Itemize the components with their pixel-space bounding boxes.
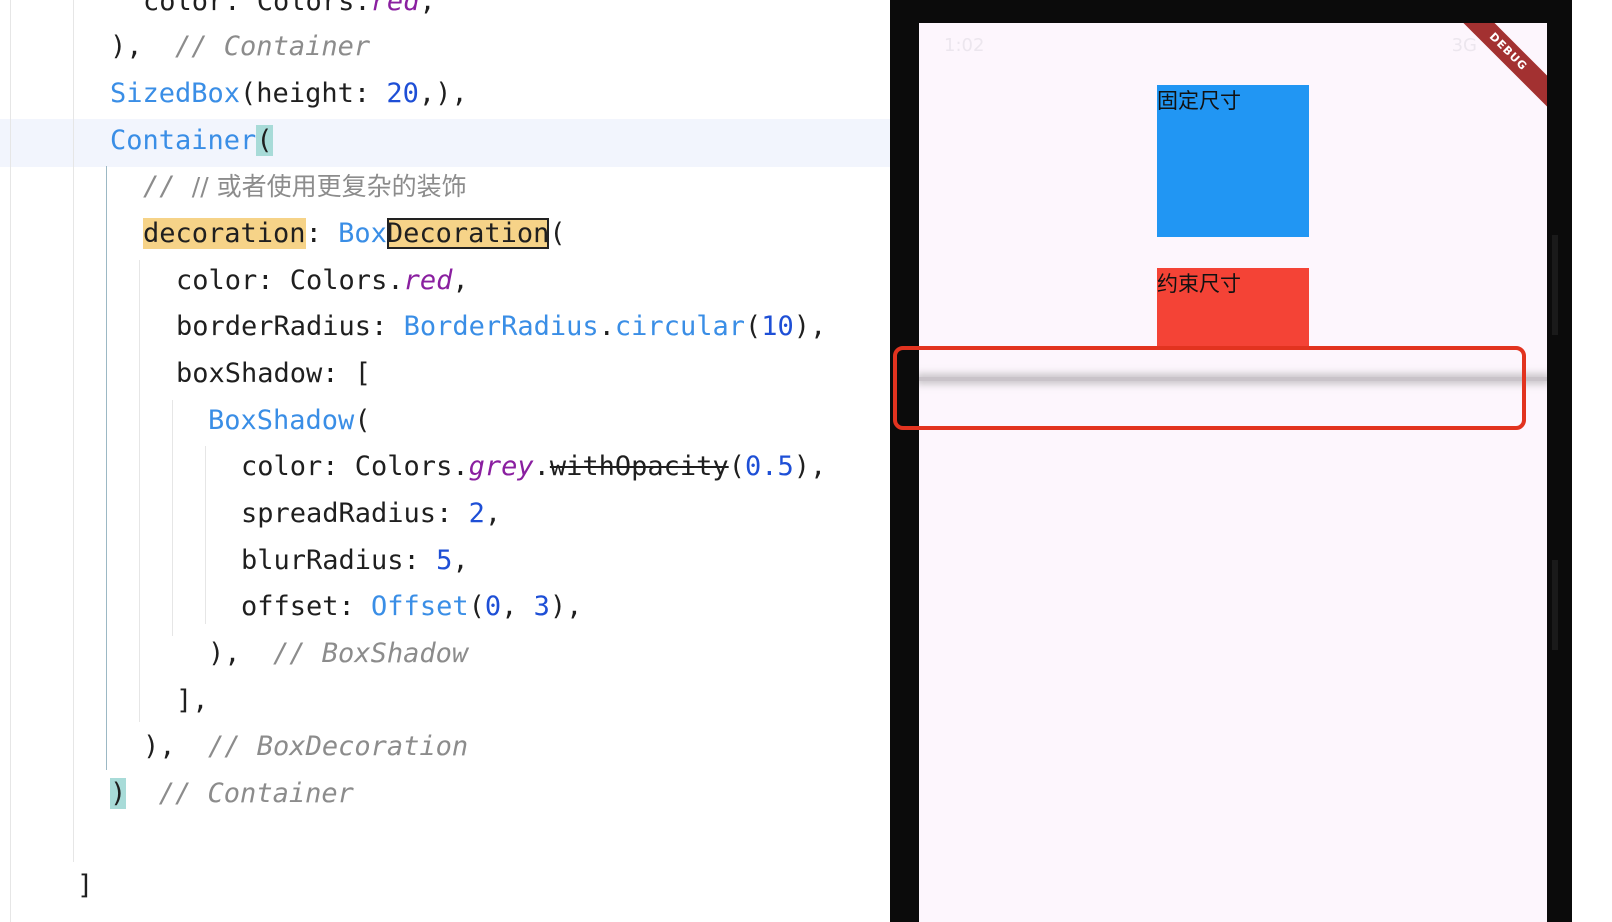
constrained-size-box: 约束尺寸 bbox=[1157, 268, 1309, 346]
code-line[interactable]: ), // Container bbox=[110, 23, 370, 71]
code-line[interactable]: // // 或者使用更复杂的装饰 bbox=[143, 163, 467, 211]
indent-guide bbox=[73, 0, 74, 862]
code-line[interactable]: borderRadius: BorderRadius.circular(10), bbox=[176, 303, 826, 351]
code-line[interactable]: blurRadius: 5, bbox=[241, 537, 469, 585]
code-line[interactable]: spreadRadius: 2, bbox=[241, 490, 501, 538]
code-line[interactable]: SizedBox(height: 20,), bbox=[110, 70, 468, 118]
code-line-current[interactable]: Container( bbox=[110, 117, 273, 165]
fixed-size-label: 固定尺寸 bbox=[1157, 89, 1241, 113]
code-line[interactable]: ), // BoxDecoration bbox=[143, 723, 468, 771]
indent-guide-active bbox=[106, 166, 107, 770]
indent-guide bbox=[172, 400, 173, 636]
indent-guide bbox=[205, 446, 206, 624]
code-line[interactable]: color: Colors.red, bbox=[176, 257, 469, 305]
code-line[interactable]: color: Colors.grey.withOpacity(0.5), bbox=[241, 443, 826, 491]
app-screen[interactable]: 1:02 3G DEBUG 固定尺寸 约束尺寸 bbox=[919, 23, 1547, 922]
volume-button bbox=[1552, 235, 1558, 335]
code-line[interactable]: ), // BoxShadow bbox=[208, 630, 468, 678]
status-time: 1:02 bbox=[944, 35, 985, 56]
code-editor[interactable]: color: Colors.red, ), // Container Sized… bbox=[0, 0, 890, 922]
constrained-size-label: 约束尺寸 bbox=[1157, 272, 1241, 296]
annotation-highlight-frame bbox=[893, 346, 1526, 430]
power-button bbox=[1552, 560, 1558, 650]
code-line[interactable]: offset: Offset(0, 3), bbox=[241, 583, 582, 631]
code-line[interactable]: decoration: BoxDecoration( bbox=[143, 210, 566, 258]
code-line[interactable]: ] bbox=[77, 862, 93, 910]
fixed-size-box: 固定尺寸 bbox=[1157, 85, 1309, 237]
code-line[interactable]: ) // Container bbox=[110, 770, 354, 818]
indent-guide bbox=[10, 0, 11, 922]
device-emulator: 1:02 3G DEBUG 固定尺寸 约束尺寸 bbox=[890, 0, 1612, 922]
indent-guide bbox=[139, 260, 140, 722]
code-line[interactable]: BoxShadow( bbox=[208, 397, 371, 445]
code-line[interactable]: ], bbox=[176, 677, 209, 725]
code-line[interactable]: boxShadow: [ bbox=[176, 350, 371, 398]
phone-bezel: 1:02 3G DEBUG 固定尺寸 约束尺寸 bbox=[890, 0, 1572, 922]
status-network: 3G bbox=[1451, 35, 1477, 56]
